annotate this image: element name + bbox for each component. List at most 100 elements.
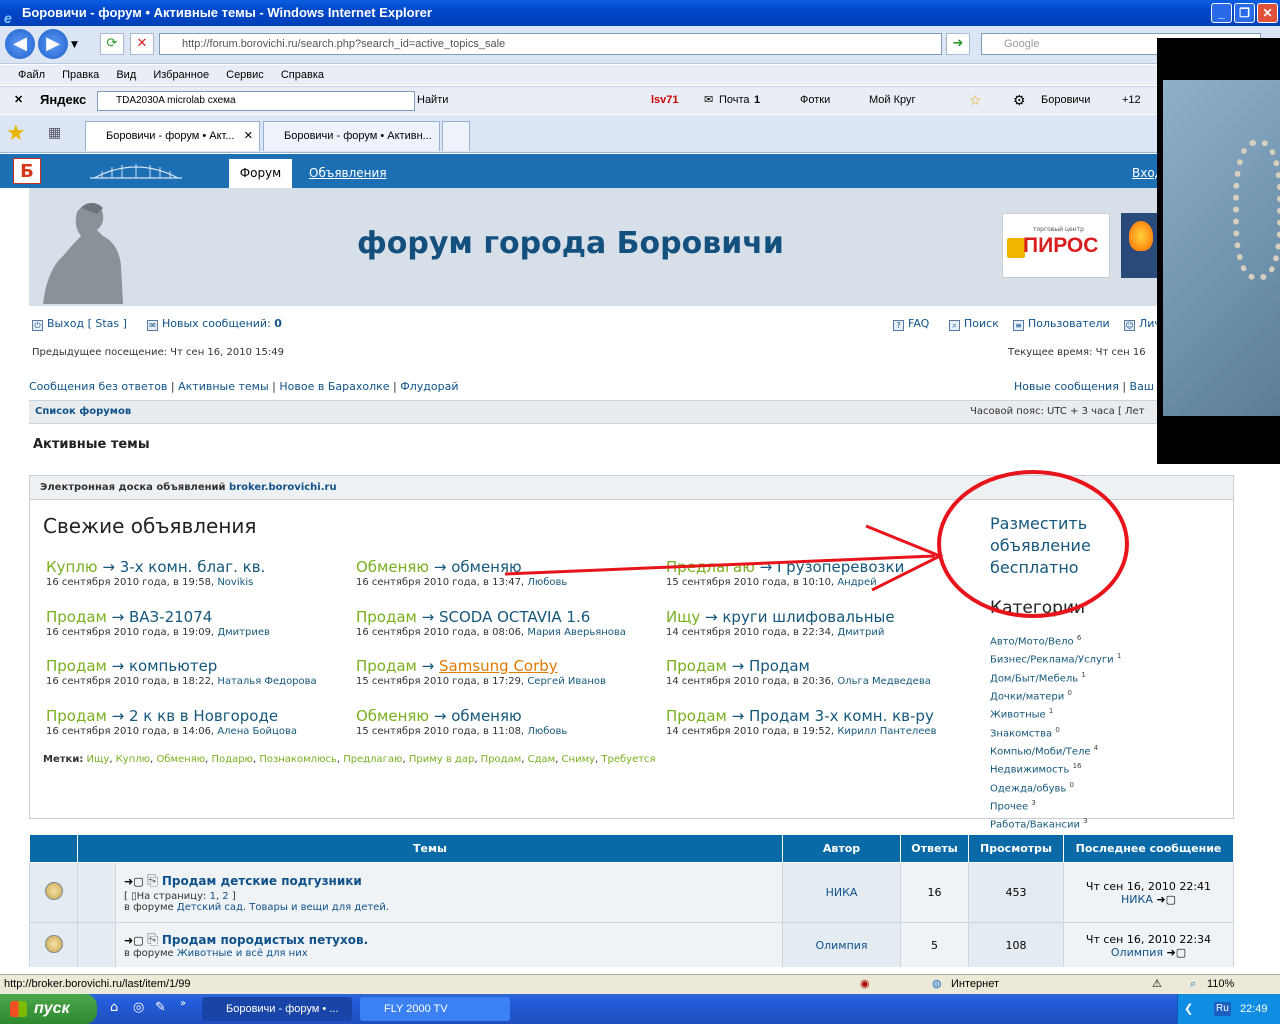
ad-title[interactable]: Продам → ВАЗ-21074 <box>46 608 270 626</box>
quicklaunch-icon[interactable]: ◎ <box>133 1000 144 1015</box>
language-indicator[interactable]: Ru <box>1214 1002 1231 1016</box>
ad-item-link[interactable]: SCODA OCTAVIA 1.6 <box>439 608 590 626</box>
logout-link[interactable]: ⏻ Выход [ Stas ] <box>32 317 127 331</box>
page-link[interactable]: 2 <box>222 891 228 902</box>
category-item[interactable]: Компью/Моби/Теле 4 <box>990 741 1121 759</box>
category-item[interactable]: Прочее 3 <box>990 796 1121 814</box>
ad-banner-flame[interactable] <box>1121 213 1161 278</box>
tray-arrow-icon[interactable]: ❮ <box>1184 994 1193 1024</box>
category-link[interactable]: Одежда/обувь <box>990 783 1066 794</box>
ad-user-link[interactable]: Наталья Федорова <box>217 676 316 687</box>
ad-item-link[interactable]: круги шлифовальные <box>722 608 894 626</box>
ad-user-link[interactable]: Андрей <box>837 577 876 588</box>
ad-kind-link[interactable]: Продам <box>46 707 107 725</box>
ad-item-link[interactable]: 3-х комн. благ. кв. <box>120 558 266 576</box>
ad-title[interactable]: Продам → Samsung Corby <box>356 657 606 675</box>
category-link[interactable]: Прочее <box>990 801 1028 812</box>
ad-kind-link[interactable]: Продам <box>46 657 107 675</box>
ad-user-link[interactable]: Кирилл Пантелеев <box>837 726 936 737</box>
category-item[interactable]: Авто/Мото/Вело 6 <box>990 631 1121 649</box>
tag-link[interactable]: Сдам <box>528 754 556 765</box>
active-topics-link[interactable]: Активные темы <box>178 380 269 393</box>
ad-user-link[interactable]: Дмитрий <box>837 627 884 638</box>
category-link[interactable]: Дом/Быт/Мебель <box>990 673 1078 684</box>
menu-help[interactable]: Справка <box>281 65 324 85</box>
new-messages-quick-link[interactable]: Новые сообщения <box>1014 380 1119 393</box>
ad-user-link[interactable]: Ольга Медведева <box>837 676 931 687</box>
url-input[interactable]: http://forum.borovichi.ru/search.php?sea… <box>159 33 942 55</box>
category-link[interactable]: Недвижимость <box>990 765 1069 776</box>
ad-kind-link[interactable]: Обменяю <box>356 558 429 576</box>
last-post-user[interactable]: НИКА <box>1121 893 1153 906</box>
topic-title-link[interactable]: Продам детские подгузники <box>162 874 362 888</box>
close-toolbar-icon[interactable]: ✕ <box>14 87 23 113</box>
stop-icon[interactable]: ✕ <box>130 33 154 55</box>
category-item[interactable]: Бизнес/Реклама/Услуги 1 <box>990 649 1121 667</box>
tab-active[interactable]: Боровичи - форум • Акт... ✕ <box>85 121 260 151</box>
menu-tools[interactable]: Сервис <box>226 65 264 85</box>
header-replies[interactable]: Ответы <box>900 834 969 863</box>
tag-link[interactable]: Приму в дар <box>409 754 474 765</box>
close-window-button[interactable]: ✕ <box>1257 3 1278 23</box>
ad-title[interactable]: Предлагаю → Грузоперевозки <box>666 558 904 576</box>
ad-item-link[interactable]: Грузоперевозки <box>777 558 904 576</box>
ad-user-link[interactable]: Любовь <box>527 726 567 737</box>
faq-link[interactable]: ? FAQ <box>893 317 929 331</box>
star-icon[interactable]: ☆ <box>969 87 982 113</box>
forum-link[interactable]: Детский сад. Товары и вещи для детей. <box>177 902 389 913</box>
category-item[interactable]: Дом/Быт/Мебель 1 <box>990 668 1121 686</box>
history-dropdown-icon[interactable]: ▼ <box>71 40 78 50</box>
header-last-post[interactable]: Последнее сообщение <box>1063 834 1234 863</box>
yandex-photos[interactable]: Фотки <box>800 87 830 113</box>
forum-link[interactable]: Животные и всё для них <box>177 948 308 959</box>
ad-item-link[interactable]: обменяю <box>451 707 521 725</box>
category-link[interactable]: Дочки/матери <box>990 691 1064 702</box>
ad-user-link[interactable]: Сергей Иванов <box>527 676 606 687</box>
tag-link[interactable]: Ищу <box>87 754 110 765</box>
broker-link[interactable]: broker.borovichi.ru <box>229 482 337 493</box>
task-browser[interactable]: Боровичи - форум • ... <box>202 997 352 1021</box>
category-link[interactable]: Авто/Мото/Вело <box>990 636 1074 647</box>
ad-item-link[interactable]: компьютер <box>129 657 217 675</box>
tag-link[interactable]: Обменяю <box>156 754 205 765</box>
ad-item-link[interactable]: Samsung Corby <box>439 657 558 675</box>
tab-ads[interactable]: Объявления <box>309 159 387 188</box>
goto-last-post-icon[interactable]: ➜▢ <box>1166 946 1186 959</box>
ad-title[interactable]: Продам → Продам 3-х комн. кв-ру <box>666 707 936 725</box>
ad-item-link[interactable]: ВАЗ-21074 <box>129 608 212 626</box>
new-tab-button[interactable] <box>442 121 470 151</box>
topic-title-link[interactable]: Продам породистых петухов. <box>162 933 368 947</box>
quicklaunch-more-icon[interactable]: » <box>180 998 186 1009</box>
yandex-search-input[interactable]: TDA2030A microlab схема <box>97 91 415 111</box>
ad-user-link[interactable]: Любовь <box>527 577 567 588</box>
close-tab-icon[interactable]: ✕ <box>244 122 253 150</box>
settings-gear-icon[interactable]: ⚙ <box>1013 87 1026 113</box>
author-link[interactable]: Олимпия <box>782 922 901 967</box>
author-link[interactable]: НИКА <box>782 862 901 923</box>
quicklaunch-icon[interactable]: ✎ <box>155 1000 166 1015</box>
overlapping-window[interactable] <box>1157 38 1280 464</box>
favorites-star-icon[interactable]: ★ <box>6 121 26 146</box>
ad-title[interactable]: Продам → компьютер <box>46 657 317 675</box>
ad-kind-link[interactable]: Продам <box>356 608 417 626</box>
users-link[interactable]: ≡ Пользователи <box>1013 317 1110 331</box>
ad-user-link[interactable]: Алена Бойцова <box>217 726 297 737</box>
go-button[interactable]: ➜ <box>946 33 970 55</box>
ad-item-link[interactable]: 2 к кв в Новгороде <box>129 707 278 725</box>
tab-forum[interactable]: Форум <box>229 159 292 188</box>
yandex-mail[interactable]: Почта <box>719 87 750 113</box>
zoom-level[interactable]: 110% <box>1207 975 1234 994</box>
goto-last-post-icon[interactable]: ➜▢ <box>1156 893 1176 906</box>
ad-kind-link[interactable]: Предлагаю <box>666 558 755 576</box>
ad-kind-link[interactable]: Продам <box>356 657 417 675</box>
tag-link[interactable]: Познакомлюсь <box>259 754 337 765</box>
tag-link[interactable]: Сниму <box>562 754 595 765</box>
privacy-icon[interactable]: ◉ <box>860 975 870 994</box>
category-link[interactable]: Знакомства <box>990 728 1052 739</box>
ad-user-link[interactable]: Novikis <box>217 577 253 588</box>
tag-link[interactable]: Продам <box>481 754 522 765</box>
task-flytv[interactable]: FLY 2000 TV <box>360 997 510 1021</box>
category-item[interactable]: Знакомства 0 <box>990 723 1121 741</box>
search-link[interactable]: ⌕ Поиск <box>949 317 999 331</box>
tag-link[interactable]: Требуется <box>601 754 655 765</box>
